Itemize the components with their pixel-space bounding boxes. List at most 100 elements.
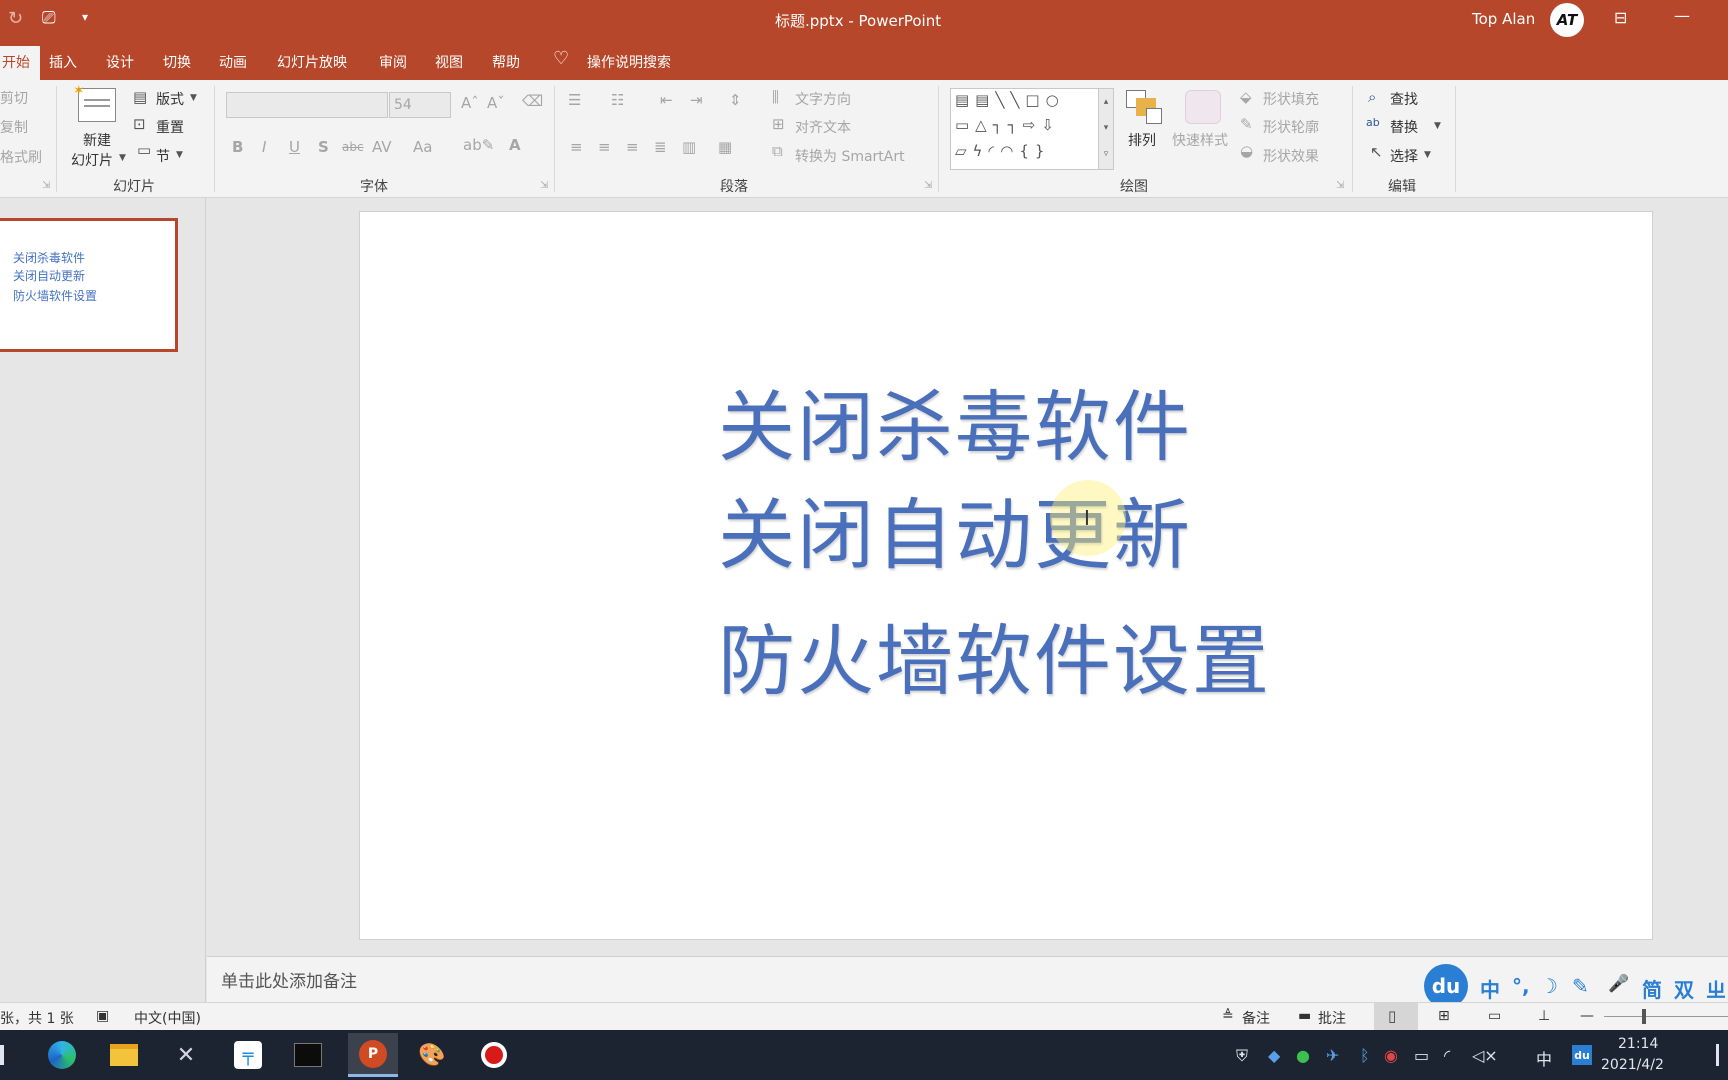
tray-app-icon[interactable]: ◆ bbox=[1268, 1046, 1280, 1065]
user-name[interactable]: Top Alan bbox=[1472, 10, 1535, 28]
dialog-launcher-icon[interactable]: ⇲ bbox=[924, 180, 932, 191]
align-right-icon[interactable]: ≡ bbox=[626, 138, 639, 156]
reset-button[interactable]: 重置 bbox=[156, 117, 184, 137]
normal-view-button[interactable]: ▯ bbox=[1374, 1003, 1418, 1030]
ime-tools-icon[interactable]: ㄓ bbox=[1706, 974, 1726, 1003]
align-left-icon[interactable]: ≡ bbox=[570, 138, 583, 156]
tell-me-search[interactable]: 操作说明搜索 bbox=[587, 52, 671, 72]
bluetooth-icon[interactable]: ᛒ bbox=[1360, 1046, 1370, 1065]
tab-help[interactable]: 帮助 bbox=[492, 52, 520, 72]
paint-icon[interactable]: 🎨 bbox=[410, 1037, 454, 1073]
redo-icon[interactable]: ↻ bbox=[8, 8, 23, 29]
tab-transitions[interactable]: 切换 bbox=[163, 52, 191, 72]
minimize-icon[interactable]: — bbox=[1674, 6, 1690, 25]
screen-recorder-icon[interactable] bbox=[472, 1037, 516, 1073]
ime-mode-indicator[interactable]: 中 bbox=[1536, 1046, 1552, 1070]
ime-handwrite-icon[interactable]: ✎ bbox=[1572, 974, 1589, 998]
powerpoint-taskbar-icon[interactable]: P bbox=[348, 1033, 398, 1077]
find-button[interactable]: 查找 bbox=[1390, 89, 1418, 109]
tray-record-icon[interactable]: ◉ bbox=[1384, 1046, 1398, 1065]
ribbon-display-options-icon[interactable]: ⊟ bbox=[1614, 8, 1627, 27]
numbering-icon[interactable]: ☷ bbox=[611, 91, 624, 109]
ime-skin-icon[interactable]: ☽ bbox=[1540, 974, 1558, 998]
spell-check-icon[interactable]: ▣ bbox=[96, 1008, 109, 1024]
align-center-icon[interactable]: ≡ bbox=[598, 138, 611, 156]
bullets-icon[interactable]: ☰ bbox=[568, 91, 581, 109]
highlight-icon[interactable]: ab✎ bbox=[463, 136, 494, 154]
notes-toggle[interactable]: 备注 bbox=[1242, 1008, 1270, 1028]
customize-toolbar-icon[interactable]: ▾ bbox=[82, 10, 88, 24]
battery-icon[interactable]: ▭ bbox=[1414, 1046, 1429, 1065]
shrink-font-icon[interactable]: Aˇ bbox=[487, 94, 505, 112]
clock-date[interactable]: 2021/4/2 bbox=[1601, 1057, 1664, 1073]
slide-sorter-icon[interactable]: ⊞ bbox=[1438, 1008, 1450, 1024]
quick-styles-button[interactable]: 快速样式 bbox=[1172, 130, 1228, 150]
tab-view[interactable]: 视图 bbox=[435, 52, 463, 72]
language-indicator[interactable]: 中文(中国) bbox=[134, 1008, 201, 1028]
slideshow-from-start-icon[interactable]: ⎚ bbox=[42, 8, 56, 28]
grow-font-icon[interactable]: Aˆ bbox=[461, 94, 479, 112]
dialog-launcher-icon[interactable]: ⇲ bbox=[42, 180, 50, 191]
format-painter-button[interactable]: 格式刷 bbox=[0, 147, 42, 167]
slideshow-view-icon[interactable]: ⊥ bbox=[1538, 1008, 1550, 1024]
ime-voice-icon[interactable]: 🎤 bbox=[1608, 974, 1629, 994]
underline-button[interactable]: U bbox=[289, 138, 300, 156]
shape-outline-button[interactable]: 形状轮廓 bbox=[1263, 117, 1319, 137]
new-slide-icon[interactable]: ✶ bbox=[73, 83, 116, 122]
line-spacing-icon[interactable]: ⇕ bbox=[729, 91, 742, 109]
wifi-icon[interactable]: ◜ bbox=[1444, 1046, 1450, 1065]
dialog-launcher-icon[interactable]: ⇲ bbox=[1336, 180, 1344, 191]
font-name-box[interactable] bbox=[226, 92, 388, 118]
distributed-icon[interactable]: ▥ bbox=[682, 138, 696, 156]
increase-indent-icon[interactable]: ⇥ bbox=[690, 91, 703, 109]
shape-fill-button[interactable]: 形状填充 bbox=[1263, 89, 1319, 109]
baidu-ime-tray-icon[interactable]: du bbox=[1572, 1045, 1592, 1065]
change-case-button[interactable]: Aa bbox=[413, 138, 432, 156]
file-explorer-icon[interactable] bbox=[102, 1037, 146, 1073]
tab-review[interactable]: 审阅 bbox=[379, 52, 407, 72]
zoom-out-icon[interactable]: — bbox=[1580, 1008, 1594, 1024]
volume-muted-icon[interactable]: ◁× bbox=[1472, 1046, 1498, 1065]
zoom-slider-thumb[interactable] bbox=[1642, 1009, 1646, 1024]
shape-effects-button[interactable]: 形状效果 bbox=[1263, 146, 1319, 166]
dialog-launcher-icon[interactable]: ⇲ bbox=[540, 180, 548, 191]
strikethrough-button[interactable]: abc bbox=[342, 140, 364, 154]
wechat-icon[interactable]: ● bbox=[1296, 1046, 1310, 1065]
tab-insert[interactable]: 插入 bbox=[49, 52, 77, 72]
character-spacing-button[interactable]: AV bbox=[372, 138, 392, 156]
align-text-button[interactable]: 对齐文本 bbox=[795, 117, 851, 137]
text-direction-button[interactable]: 文字方向 bbox=[795, 89, 851, 109]
font-color-button[interactable]: A bbox=[509, 136, 521, 154]
ime-punctuation-toggle[interactable]: °, bbox=[1512, 974, 1530, 998]
slide-text-line[interactable]: 关闭杀毒软件 bbox=[718, 366, 1192, 477]
justify-icon[interactable]: ≣ bbox=[654, 138, 667, 156]
font-size-box[interactable]: 54 bbox=[389, 92, 451, 118]
tab-slideshow[interactable]: 幻灯片放映 bbox=[277, 52, 347, 72]
shadow-button[interactable]: S bbox=[318, 138, 329, 156]
copy-button[interactable]: 复制 bbox=[0, 117, 28, 137]
ime-simplified-toggle[interactable]: 简 bbox=[1642, 974, 1662, 1003]
shapes-gallery[interactable]: ▤▤╲╲□○ ▭△┐┐⇨⇩ ▱ϟ◜◠{} bbox=[950, 88, 1114, 170]
convert-smartart-button[interactable]: 转换为 SmartArt bbox=[795, 146, 905, 166]
ime-doublepinyin-toggle[interactable]: 双 bbox=[1674, 974, 1694, 1003]
replace-button[interactable]: 替换 bbox=[1390, 117, 1418, 137]
app-feishu-icon[interactable]: ╤ bbox=[226, 1037, 270, 1073]
show-desktop-button[interactable] bbox=[1716, 1044, 1719, 1066]
bold-button[interactable]: B bbox=[232, 138, 243, 156]
arrange-button[interactable]: 排列 bbox=[1128, 130, 1156, 150]
new-slide-label-2[interactable]: 幻灯片 bbox=[71, 150, 113, 170]
slide-thumbnail[interactable]: 关闭杀毒软件 关闭自动更新 防火墙软件设置 bbox=[0, 218, 178, 352]
new-slide-label-1[interactable]: 新建 bbox=[83, 130, 111, 150]
tab-animations[interactable]: 动画 bbox=[219, 52, 247, 72]
decrease-indent-icon[interactable]: ⇤ bbox=[660, 91, 673, 109]
tab-home[interactable]: 开始 bbox=[0, 46, 40, 80]
clear-formatting-icon[interactable]: ⌫ bbox=[522, 92, 543, 110]
section-button[interactable]: 节 bbox=[156, 146, 170, 166]
slide-text-line[interactable]: 防火墙软件设置 bbox=[718, 600, 1271, 711]
select-button[interactable]: 选择 bbox=[1390, 146, 1418, 166]
tray-feishu-icon[interactable]: ✈ bbox=[1326, 1046, 1339, 1065]
tab-design[interactable]: 设计 bbox=[106, 52, 134, 72]
avatar[interactable]: AT bbox=[1550, 3, 1584, 37]
reading-view-icon[interactable]: ▭ bbox=[1488, 1008, 1501, 1024]
ime-chinese-toggle[interactable]: 中 bbox=[1480, 974, 1500, 1003]
